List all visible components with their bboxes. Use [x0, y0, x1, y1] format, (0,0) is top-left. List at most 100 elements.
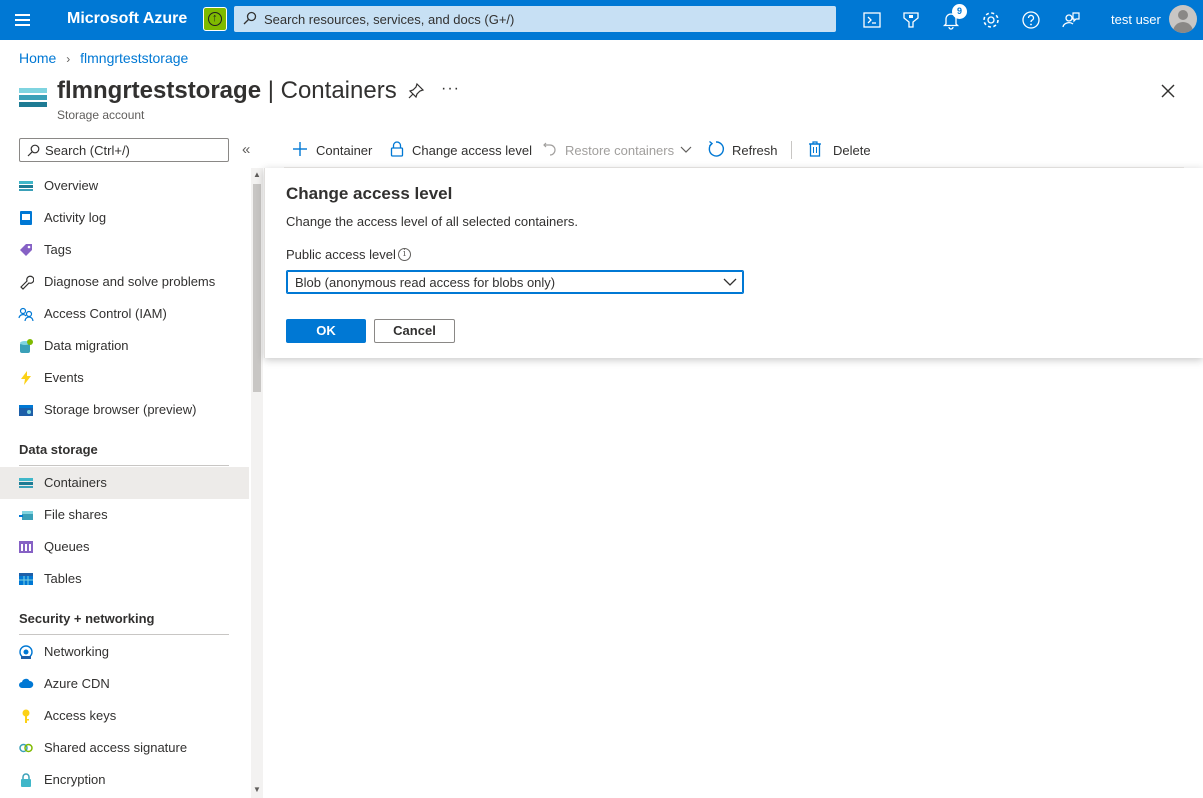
collapse-sidebar-button[interactable]: « — [242, 141, 250, 158]
sidebar-item-azure-cdn[interactable]: Azure CDN — [0, 668, 249, 700]
sidebar-item-tables[interactable]: Tables — [0, 563, 249, 595]
sidebar-item-activity-log[interactable]: Activity log — [0, 202, 249, 234]
change-access-level-panel: Change access level Change the access le… — [264, 168, 1203, 358]
scroll-down-arrow-icon[interactable]: ▼ — [253, 785, 261, 794]
refresh-button[interactable]: Refresh — [707, 140, 782, 160]
top-bar: Microsoft Azure ↑ Search resources, serv… — [0, 0, 1203, 40]
tables-icon — [19, 573, 33, 585]
sidebar-item-label: Tags — [44, 242, 72, 257]
section-divider — [19, 634, 229, 635]
sidebar-item-iam[interactable]: Access Control (IAM) — [0, 298, 249, 330]
file-shares-icon — [19, 511, 33, 520]
link-icon — [19, 743, 33, 753]
more-options-button[interactable]: ··· — [441, 80, 460, 98]
sidebar-item-queues[interactable]: Queues — [0, 531, 249, 563]
refresh-icon — [708, 140, 725, 157]
sidebar-item-file-shares[interactable]: File shares — [0, 499, 249, 531]
sidebar-item-overview[interactable]: Overview — [0, 170, 249, 202]
feedback-icon[interactable] — [1059, 8, 1083, 32]
sidebar-item-label: Activity log — [44, 210, 107, 225]
networking-icon — [19, 645, 33, 659]
resource-name: flmngrteststorage — [57, 77, 262, 104]
section-heading-security: Security + networking — [19, 611, 155, 626]
info-icon[interactable]: i — [398, 248, 411, 261]
sidebar-item-label: Storage browser (preview) — [44, 402, 197, 417]
change-access-level-label: Change access level — [412, 143, 532, 158]
sidebar-item-networking[interactable]: Networking — [0, 636, 249, 668]
wrench-icon — [20, 275, 34, 290]
close-icon[interactable] — [1158, 81, 1178, 101]
command-separator — [791, 141, 792, 159]
user-name[interactable]: test user — [1111, 12, 1161, 27]
panel-title: Change access level — [286, 184, 453, 203]
brand-title[interactable]: Microsoft Azure — [67, 10, 187, 28]
sidebar-item-tags[interactable]: Tags — [0, 234, 249, 266]
trash-icon — [809, 141, 821, 157]
ok-button[interactable]: OK — [286, 319, 366, 343]
add-container-button[interactable]: Container — [291, 140, 376, 160]
storage-account-icon — [19, 86, 47, 110]
lock-icon — [390, 141, 404, 157]
breadcrumb: Home › flmngrteststorage — [19, 50, 188, 66]
breadcrumb-home-link[interactable]: Home — [19, 50, 56, 66]
cloud-icon — [19, 678, 34, 688]
title-separator: | — [261, 77, 281, 104]
sidebar-item-containers[interactable]: Containers — [0, 467, 249, 499]
search-icon — [243, 11, 257, 25]
selected-access-level: Blob (anonymous read access for blobs on… — [295, 275, 556, 290]
plus-icon — [293, 142, 307, 156]
sidebar-item-events[interactable]: Events — [0, 362, 249, 394]
breadcrumb-resource-link[interactable]: flmngrteststorage — [80, 50, 188, 66]
cloud-shell-icon[interactable] — [860, 8, 884, 32]
gear-icon[interactable] — [979, 8, 1003, 32]
sidebar-item-encryption[interactable]: Encryption — [0, 764, 249, 796]
sidebar-item-sas[interactable]: Shared access signature — [0, 732, 249, 764]
sidebar-item-label: Tables — [44, 571, 82, 586]
queues-icon — [19, 541, 33, 553]
scroll-up-arrow-icon[interactable]: ▲ — [253, 170, 261, 179]
pin-icon[interactable] — [407, 82, 425, 100]
containers-icon — [19, 478, 33, 488]
section-heading-data-storage: Data storage — [19, 442, 98, 457]
page-subtitle: Storage account — [57, 108, 145, 122]
sidebar-item-label: Diagnose and solve problems — [44, 274, 216, 289]
refresh-label: Refresh — [732, 143, 778, 158]
sidebar-item-data-migration[interactable]: Data migration — [0, 330, 249, 362]
delete-button[interactable]: Delete — [807, 140, 877, 160]
panel-description: Change the access level of all selected … — [286, 214, 578, 229]
upgrade-icon[interactable]: ↑ — [203, 7, 227, 31]
people-icon — [18, 307, 34, 322]
restore-containers-label: Restore containers — [565, 143, 675, 158]
restore-containers-button[interactable]: Restore containers — [542, 140, 694, 160]
global-search-placeholder: Search resources, services, and docs (G+… — [264, 12, 515, 27]
tag-icon — [20, 244, 32, 256]
help-icon[interactable] — [1019, 8, 1043, 32]
directory-filter-icon[interactable] — [899, 8, 923, 32]
sidebar-item-label: Queues — [44, 539, 90, 554]
sidebar-item-label: Access Control (IAM) — [44, 306, 167, 321]
cancel-button[interactable]: Cancel — [374, 319, 455, 343]
sidebar-scrollbar-thumb[interactable] — [253, 184, 261, 392]
sidebar-item-label: Data migration — [44, 338, 129, 353]
lock-icon — [21, 773, 31, 787]
storage-browser-icon — [19, 405, 33, 416]
menu-icon[interactable] — [10, 8, 36, 32]
data-migration-icon — [20, 339, 33, 353]
sidebar-item-label: Azure CDN — [44, 676, 110, 691]
sidebar-item-access-keys[interactable]: Access keys — [0, 700, 249, 732]
sidebar-item-storage-browser[interactable]: Storage browser (preview) — [0, 394, 249, 426]
change-access-level-button[interactable]: Change access level — [389, 140, 532, 160]
sidebar-item-diagnose[interactable]: Diagnose and solve problems — [0, 266, 249, 298]
sidebar-item-label: File shares — [44, 507, 108, 522]
avatar[interactable] — [1169, 5, 1197, 33]
sidebar-item-label: Containers — [44, 475, 107, 490]
public-access-level-select[interactable]: Blob (anonymous read access for blobs on… — [286, 270, 744, 294]
delete-label: Delete — [833, 143, 871, 158]
global-search-input[interactable]: Search resources, services, and docs (G+… — [234, 6, 836, 32]
search-icon — [27, 144, 40, 157]
section-divider — [19, 465, 229, 466]
sidebar-item-label: Shared access signature — [44, 740, 188, 755]
overview-icon — [19, 181, 33, 191]
chevron-down-icon — [680, 146, 692, 153]
sidebar-search-input[interactable]: Search (Ctrl+/) — [19, 138, 229, 162]
